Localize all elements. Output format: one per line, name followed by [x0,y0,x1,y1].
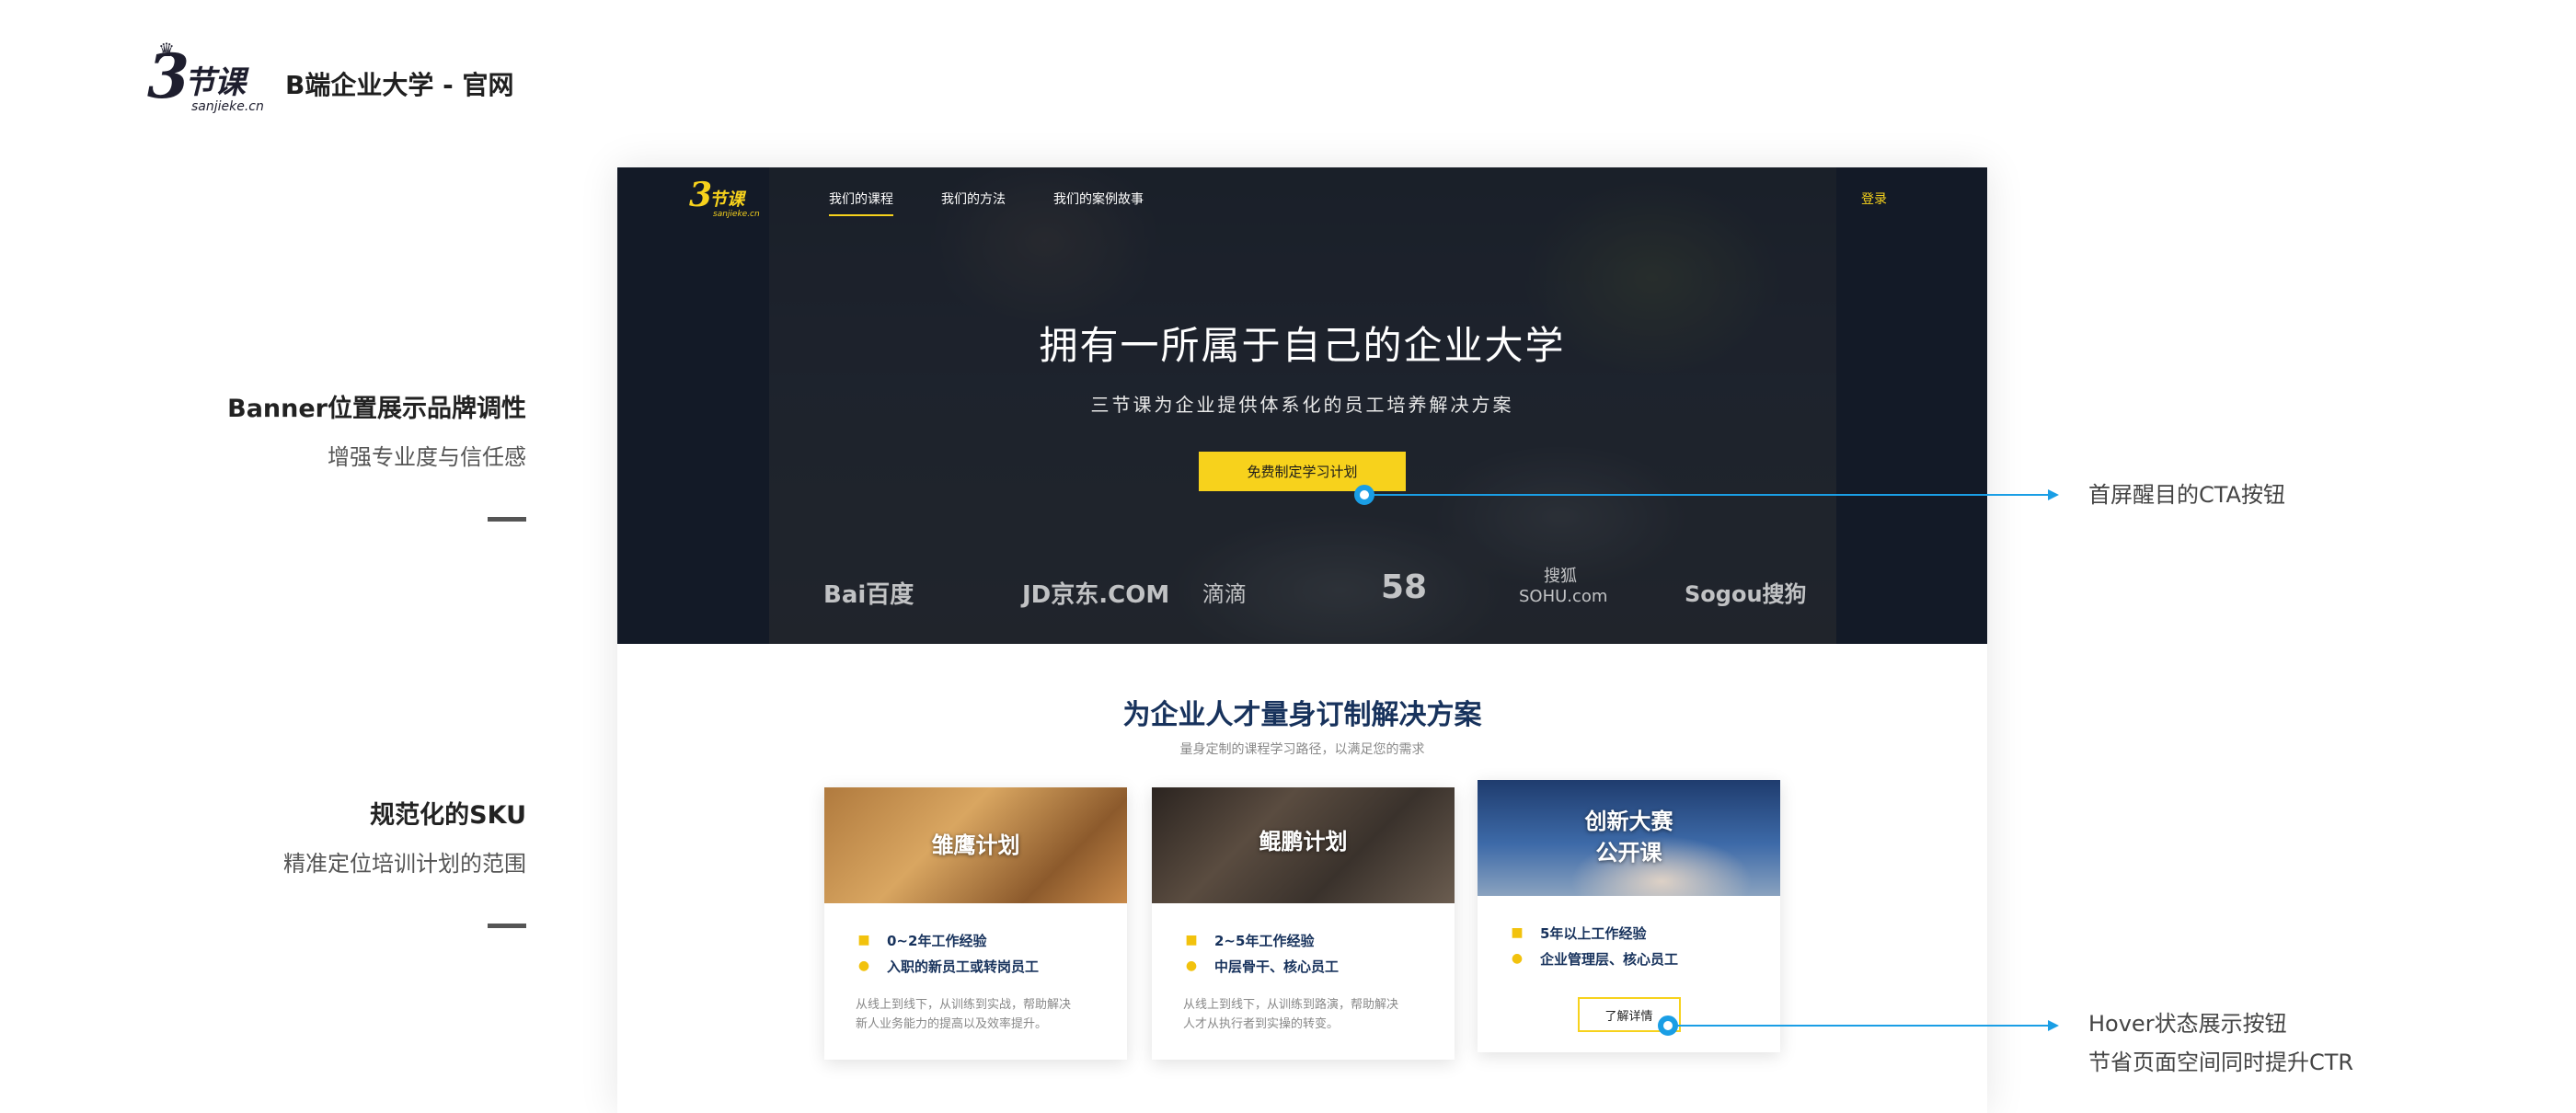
client-logos: Bai百度 JD京东.COM 滴滴 58 搜狐 SOHU.com Sogou搜狗 [617,567,1987,622]
annotation-hover: Hover状态展示按钮 节省页面空间同时提升CTR [2088,1004,2353,1082]
nav-link-method[interactable]: 我们的方法 [941,189,1006,216]
card-experience: ■ 0~2年工作经验 [856,927,1096,953]
sogou-logo: Sogou搜狗 [1685,581,1807,607]
free-plan-cta-button[interactable]: 免费制定学习计划 [1199,452,1406,491]
card-image: 雏鹰计划 [824,787,1127,903]
card-image: 创新大赛 公开课 [1478,780,1780,896]
briefcase-icon: ■ [1185,933,1198,947]
annotation-hover-line1: Hover状态展示按钮 [2088,1011,2287,1037]
card-description: 从线上到线下，从训练到实战，帮助解决 新人业务能力的提高以及效率提升。 [856,998,1072,1031]
hero-title: 拥有一所属于自己的企业大学 [1039,323,1566,368]
58-logo: 58 [1381,568,1428,606]
baidu-logo: Bai百度 [823,581,914,609]
annotation-dash [488,517,526,522]
hero-subtitle: 三节课为企业提供体系化的员工培养解决方案 [1090,394,1514,416]
site-logo[interactable]: 3 节课 sanjieke.cn [689,178,763,221]
card-image: 鲲鹏计划 [1152,787,1455,903]
card-experience: ■ 5年以上工作经验 [1509,920,1749,946]
card-audience: ● 中层骨干、核心员工 [1183,953,1423,979]
card-title: 鲲鹏计划 [1259,829,1348,855]
people-icon: ● [1511,951,1524,966]
hover-callout-line [1671,1025,2048,1027]
cta-callout-dot [1354,485,1374,505]
nav-link-cases[interactable]: 我们的案例故事 [1053,189,1144,216]
arrow-right-icon [2048,489,2059,500]
card-title-line1: 创新大赛 [1584,809,1673,834]
annotation-dash [488,924,526,928]
nav-link-courses[interactable]: 我们的课程 [829,189,893,216]
solutions-subtitle: 量身定制的课程学习路径，以满足您的需求 [1179,742,1425,757]
annotation-heading: 规范化的SKU [370,801,526,830]
brand-header: ♛ 3 节课 sanjieke.cn B端企业大学 - 官网 [147,39,514,116]
card-description: 从线上到线下，从训练到路演，帮助解决 人才从执行者到实操的转变。 [1183,998,1399,1031]
annotation-hover-line2: 节省页面空间同时提升CTR [2088,1050,2354,1075]
annotation-sku: 规范化的SKU 精准定位培训计划的范围 [283,795,526,928]
didi-logo: 滴滴 [1202,581,1247,607]
sohu-logo: 搜狐 SOHU.com [1519,567,1608,606]
sanjieke-logo: ♛ 3 节课 sanjieke.cn [147,39,264,114]
annotation-sub: 精准定位培训计划的范围 [283,851,526,877]
page-title: B端企业大学 - 官网 [285,70,514,100]
hover-callout-dot [1658,1015,1678,1036]
site-nav: 3 节课 sanjieke.cn 我们的课程 我们的方法 我们的案例故事 登录 [617,167,1987,228]
card-experience: ■ 2~5年工作经验 [1183,927,1423,953]
arrow-right-icon [2048,1020,2059,1031]
briefcase-icon: ■ [1511,925,1524,940]
annotation-heading: Banner位置展示品牌调性 [227,395,526,423]
card-audience: ● 入职的新员工或转岗员工 [856,953,1096,979]
briefcase-icon: ■ [857,933,870,947]
jd-logo: JD京东.COM [1022,581,1170,609]
card-title: 雏鹰计划 [931,832,1020,858]
website-mockup: 3 节课 sanjieke.cn 我们的课程 我们的方法 我们的案例故事 登录 … [617,167,1987,1113]
people-icon: ● [857,958,870,973]
solutions-title: 为企业人才量身订制解决方案 [1122,699,1482,731]
cta-callout-line [1367,494,2048,496]
annotation-sub: 增强专业度与信任感 [328,444,526,470]
annotation-banner: Banner位置展示品牌调性 增强专业度与信任感 [227,388,526,522]
card-title-line2: 公开课 [1595,840,1662,866]
solution-card-innovation[interactable]: 创新大赛 公开课 ■ 5年以上工作经验 ● 企业管理层、核心员工 了解详情 [1478,780,1780,1052]
hero-banner: 3 节课 sanjieke.cn 我们的课程 我们的方法 我们的案例故事 登录 … [617,167,1987,644]
people-icon: ● [1185,958,1198,973]
solution-card-kunpeng[interactable]: 鲲鹏计划 ■ 2~5年工作经验 ● 中层骨干、核心员工 从线上到线下，从训练到路… [1152,787,1455,1060]
login-link[interactable]: 登录 [1861,189,1887,208]
card-audience: ● 企业管理层、核心员工 [1509,946,1749,971]
solution-card-eagle[interactable]: 雏鹰计划 ■ 0~2年工作经验 ● 入职的新员工或转岗员工 从线上到线下，从训练… [824,787,1127,1060]
nav-links: 我们的课程 我们的方法 我们的案例故事 [829,189,1144,216]
annotation-cta: 首屏醒目的CTA按钮 [2088,482,2285,508]
